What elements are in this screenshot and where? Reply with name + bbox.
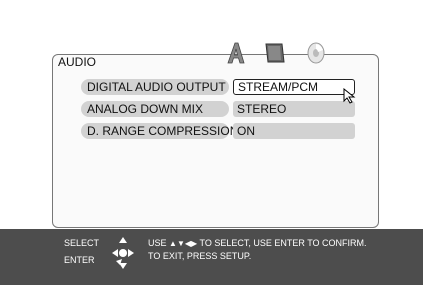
- audio-settings-panel: AUDIO DIGITAL AUDIO OUTPUT STREAM/PCM AN…: [52, 42, 379, 228]
- help-line1-prefix: USE: [148, 238, 167, 248]
- settings-list: DIGITAL AUDIO OUTPUT STREAM/PCM ANALOG D…: [81, 79, 355, 145]
- menu-tabs: [226, 41, 366, 65]
- help-instructions: USE ▲▼◀▶ TO SELECT, USE ENTER TO CONFIRM…: [148, 237, 367, 262]
- setting-row-digital-audio-output[interactable]: DIGITAL AUDIO OUTPUT STREAM/PCM: [81, 79, 355, 95]
- setting-row-analog-down-mix[interactable]: ANALOG DOWN MIX STEREO: [81, 101, 355, 117]
- enter-key-label: ENTER: [64, 255, 95, 265]
- setting-row-range-compression[interactable]: D. RANGE COMPRESSION ON: [81, 123, 355, 139]
- help-line1-suffix: TO SELECT, USE ENTER TO CONFIRM.: [199, 238, 367, 248]
- help-line-1: USE ▲▼◀▶ TO SELECT, USE ENTER TO CONFIRM…: [148, 237, 367, 250]
- pointer-cursor-icon: [343, 88, 356, 104]
- speaker-a-icon[interactable]: [226, 41, 246, 65]
- display-screen-icon[interactable]: [264, 41, 286, 65]
- help-line-2: TO EXIT, PRESS SETUP.: [148, 251, 252, 261]
- setting-value-selected[interactable]: STREAM/PCM: [233, 79, 355, 95]
- setting-label: DIGITAL AUDIO OUTPUT: [81, 79, 229, 95]
- setting-label: D. RANGE COMPRESSION: [81, 123, 238, 139]
- arrow-keys-glyphs: ▲▼◀▶: [169, 239, 198, 248]
- help-key-labels: SELECT ENTER: [64, 235, 99, 269]
- menu-area: AUDIO DIGITAL AUDIO OUTPUT STREAM/PCM AN…: [0, 10, 423, 229]
- dpad-nav-icon: [112, 237, 134, 269]
- osd-screen: AUDIO DIGITAL AUDIO OUTPUT STREAM/PCM AN…: [0, 0, 423, 285]
- setting-label: ANALOG DOWN MIX: [81, 101, 229, 117]
- help-bar: SELECT ENTER USE ▲▼◀▶ TO SELECT, USE ENT…: [0, 229, 423, 285]
- panel-title: AUDIO: [58, 55, 97, 69]
- setting-value[interactable]: ON: [233, 123, 355, 139]
- disc-icon[interactable]: [304, 41, 328, 65]
- select-key-label: SELECT: [64, 238, 100, 248]
- setting-value[interactable]: STEREO: [233, 101, 355, 117]
